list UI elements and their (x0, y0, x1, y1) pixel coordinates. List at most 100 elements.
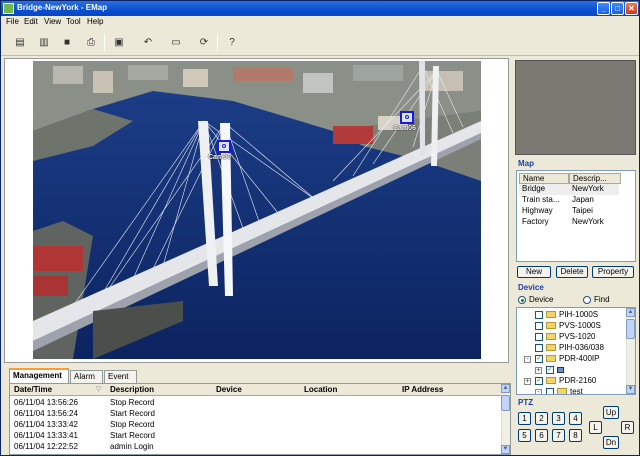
scroll-up-icon[interactable]: ▲ (501, 384, 510, 393)
table-row[interactable]: 06/11/04 13:33:42 Stop Record (10, 420, 502, 430)
help-icon[interactable]: ? (225, 35, 239, 49)
undo-icon[interactable]: ↶ (141, 35, 155, 49)
ptz-preset-button[interactable]: 5 (518, 429, 531, 442)
find-radio[interactable] (583, 296, 591, 304)
title-bar[interactable]: Bridge-NewYork - EMap _ □ ✕ (1, 1, 639, 16)
map-row-name: Train sta... (522, 195, 560, 204)
map-row[interactable]: Factory NewYork (519, 217, 619, 228)
table-row[interactable]: 06/11/04 13:56:26 Stop Record (10, 398, 502, 408)
map-list: Name Descrip... Bridge NewYork Train sta… (516, 170, 636, 262)
map-view[interactable]: Cam00 Cam06 (4, 58, 509, 363)
maximize-button[interactable]: □ (611, 2, 624, 15)
map-image (33, 61, 481, 359)
log-scrollbar[interactable]: ▲ ▼ (501, 384, 510, 454)
table-row[interactable]: 06/11/04 12:22:52 admin Login (10, 442, 502, 452)
tab-event[interactable]: Event (104, 370, 137, 383)
expand-icon[interactable]: + (535, 367, 542, 374)
scroll-down-icon[interactable]: ▼ (626, 385, 635, 394)
camera-icon (222, 144, 226, 148)
device-checkbox[interactable] (535, 344, 543, 352)
table-row[interactable]: 06/11/04 13:33:41 Start Record (10, 431, 502, 441)
tab-management[interactable]: Management (9, 368, 69, 383)
tree-item[interactable]: PVS-1020 (517, 332, 627, 343)
ptz-down-button[interactable]: Dn (603, 436, 619, 449)
tree-scrollbar[interactable]: ▲ ▼ (626, 308, 635, 394)
device-radio[interactable] (518, 296, 526, 304)
scroll-thumb[interactable] (626, 319, 635, 339)
device-section-title: Device (518, 283, 544, 292)
menu-edit[interactable]: Edit (24, 17, 38, 26)
device-checkbox[interactable] (546, 388, 554, 394)
minimize-button[interactable]: _ (597, 2, 610, 15)
ptz-preset-button[interactable]: 1 (518, 412, 531, 425)
toolbar-separator (217, 34, 218, 51)
ptz-preset-button[interactable]: 7 (552, 429, 565, 442)
tab-alarm[interactable]: Alarm (70, 370, 103, 383)
camera-marker-cam00[interactable] (217, 140, 231, 153)
device-checkbox[interactable] (535, 333, 543, 341)
column-header-description[interactable]: Description (110, 385, 154, 394)
close-button[interactable]: ✕ (625, 2, 638, 15)
app-icon (3, 3, 14, 14)
ptz-preset-button[interactable]: 4 (569, 412, 582, 425)
ptz-preset-button[interactable]: 2 (535, 412, 548, 425)
ptz-left-button[interactable]: L (589, 421, 602, 434)
refresh-icon[interactable]: ⟳ (197, 35, 211, 49)
delete-map-button[interactable]: Delete (556, 266, 588, 278)
scroll-thumb[interactable] (501, 395, 510, 411)
collapse-icon[interactable]: - (535, 389, 542, 394)
device-checkbox[interactable]: ✓ (546, 366, 554, 374)
print-icon[interactable]: ⎙ (84, 35, 98, 49)
scroll-up-icon[interactable]: ▲ (626, 308, 635, 317)
map-row[interactable]: Highway Taipei (519, 206, 619, 217)
tree-item[interactable]: + ✓ (517, 365, 627, 376)
menu-bar: File Edit View Tool Help (1, 16, 639, 29)
menu-file[interactable]: File (6, 17, 19, 26)
device-tree[interactable]: PIH-1000S PVS-1000S PVS-1020 PIH-036/038… (516, 307, 636, 395)
row-description: Stop Record (110, 398, 155, 407)
map-row[interactable]: Bridge NewYork (519, 184, 619, 195)
ptz-up-button[interactable]: Up (603, 406, 619, 419)
save-icon[interactable]: ■ (60, 35, 74, 49)
layout-icon[interactable]: ▭ (169, 35, 183, 49)
device-checkbox[interactable]: ✓ (535, 377, 543, 385)
tree-item-label: PDR-2160 (559, 376, 597, 385)
column-header-description[interactable]: Descrip... (569, 173, 621, 184)
open-icon[interactable]: ▥ (37, 35, 51, 49)
column-header-name[interactable]: Name (519, 173, 569, 184)
tree-item[interactable]: + ✓ PDR-2160 (517, 376, 627, 387)
ptz-preset-button[interactable]: 8 (569, 429, 582, 442)
tree-item[interactable]: - test (517, 387, 627, 394)
camera-marker-cam06[interactable] (400, 111, 414, 124)
device-checkbox[interactable]: ✓ (535, 355, 543, 363)
tree-item[interactable]: PIH-1000S (517, 310, 627, 321)
map-property-button[interactable]: Property (592, 266, 634, 278)
menu-help[interactable]: Help (87, 17, 103, 26)
new-icon[interactable]: ▤ (13, 35, 27, 49)
device-checkbox[interactable] (535, 311, 543, 319)
ptz-preset-button[interactable]: 3 (552, 412, 565, 425)
new-map-button[interactable]: New (517, 266, 551, 278)
tree-item[interactable]: - ✓ PDR-400IP (517, 354, 627, 365)
column-header-location[interactable]: Location (304, 385, 337, 394)
properties-icon[interactable]: ▣ (112, 35, 126, 49)
device-checkbox[interactable] (535, 322, 543, 330)
camera-icon (405, 115, 409, 119)
tree-item[interactable]: PVS-1000S (517, 321, 627, 332)
map-row[interactable]: Train sta... Japan (519, 195, 619, 206)
menu-tool[interactable]: Tool (66, 17, 81, 26)
tree-item[interactable]: PIH-036/038 (517, 343, 627, 354)
scroll-down-icon[interactable]: ▼ (501, 445, 510, 454)
column-header-ip-address[interactable]: IP Address (402, 385, 443, 394)
ptz-preset-button[interactable]: 6 (535, 429, 548, 442)
column-header-datetime[interactable]: Date/Time (14, 385, 52, 394)
table-row[interactable]: 06/11/04 13:56:24 Start Record (10, 409, 502, 419)
menu-view[interactable]: View (44, 17, 61, 26)
column-header-device[interactable]: Device (216, 385, 242, 394)
collapse-icon[interactable]: - (524, 356, 531, 363)
expand-icon[interactable]: + (524, 378, 531, 385)
map-row-name: Factory (522, 217, 549, 226)
ptz-right-button[interactable]: R (621, 421, 634, 434)
device-radio-label: Device (529, 295, 554, 304)
tree-item-label: PVS-1020 (559, 332, 596, 341)
